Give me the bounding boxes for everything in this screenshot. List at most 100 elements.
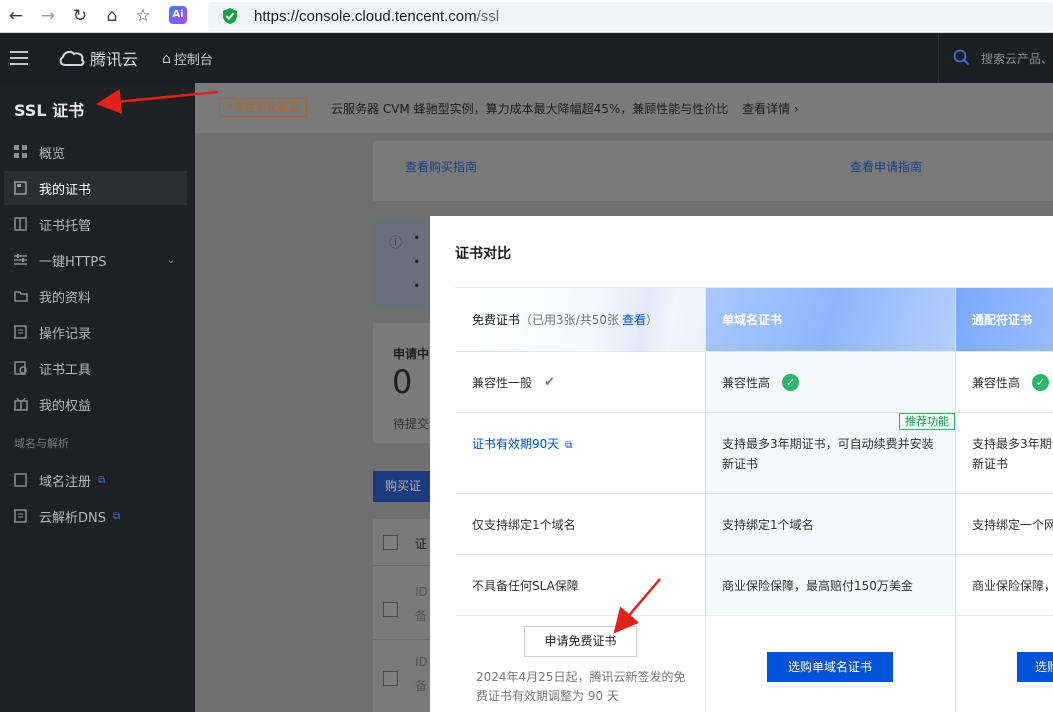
sidebar-group-domain: 域名与解析 — [14, 437, 69, 450]
pending-label: 申请中 — [393, 347, 430, 361]
external-link-icon[interactable]: ⧉ — [565, 440, 572, 451]
recommended-badge: 推荐功能 — [899, 413, 955, 430]
row-remark-label: 备 — [415, 679, 428, 693]
sidebar-title: SSL 证书 — [14, 101, 85, 120]
free-domains-text: 仅支持绑定1个域名 — [472, 517, 576, 532]
free-sla-text: 不具备任何SLA保障 — [472, 578, 579, 593]
tool-icon — [14, 361, 28, 375]
sidebar-item-my-profile[interactable]: 我的资料 — [4, 279, 187, 313]
sidebar-item-cloud-dns[interactable]: 云解析DNS ⧉ — [4, 499, 187, 533]
house-icon: ⌂ — [162, 50, 171, 67]
wildcard-domains-text: 支持绑定一个网 — [972, 517, 1053, 532]
table-header-label: 证 — [415, 537, 428, 551]
comparison-table: 免费证书 （已用3张/共50张 查看 ） 单域名证书 通配符证书 兼容性一般 ✔… — [455, 287, 1053, 712]
free-domains-cell: 仅支持绑定1个域名 — [456, 494, 706, 554]
global-search[interactable]: 搜索云产品、 — [938, 33, 1053, 83]
table-row-sla: 不具备任何SLA保障 商业保险保障，最高赔付150万美金 商业保险保障， — [456, 555, 1053, 616]
screenshot-root: ← → ↻ ⌂ ☆ Ai https://console.cloud.tence… — [0, 0, 1053, 712]
sidebar-item-cert-hosting[interactable]: 证书托管 — [4, 207, 187, 241]
promo-details-link[interactable]: 查看详情 — [742, 102, 790, 116]
forward-icon[interactable]: → — [37, 5, 59, 27]
pending-card: 申请中 0 待提交 — [373, 323, 433, 443]
select-all-checkbox[interactable] — [383, 535, 398, 550]
ai-extension-icon[interactable]: Ai — [169, 6, 187, 24]
sidebar-item-one-click-https[interactable]: 一键HTTPS ⌄ — [4, 243, 187, 277]
row-checkbox[interactable] — [383, 602, 398, 617]
free-compat-text: 兼容性一般 — [472, 375, 533, 390]
check-circle-icon: ✓ — [782, 373, 800, 391]
console-home-link[interactable]: ⌂ 控制台 — [162, 49, 213, 69]
sidebar-item-overview[interactable]: 概览 — [4, 135, 187, 169]
cloud-logo-icon — [59, 50, 85, 66]
promo-tag: ⚡高性价比新品 — [219, 98, 307, 117]
purchase-guide-link[interactable]: 查看购买指南 — [405, 158, 477, 175]
certificate-comparison-modal: 证书对比 免费证书 （已用3张/共50张 查看 ） 单域名证书 通配符证书 兼容… — [430, 216, 1053, 712]
menu-icon[interactable] — [10, 51, 28, 65]
single-compat-text: 兼容性高 — [722, 375, 771, 390]
hosting-icon — [14, 217, 28, 231]
sidebar-item-label: 操作记录 — [39, 326, 92, 342]
logo-text: 腾讯云 — [90, 50, 139, 69]
check-circle-icon: ✓ — [1032, 373, 1050, 391]
pending-sub: 待提交 — [393, 417, 430, 431]
single-domains-cell: 支持绑定1个域名 — [706, 494, 956, 554]
check-icon: ✔ — [544, 374, 555, 390]
apply-free-cert-button[interactable]: 申请免费证书 — [524, 626, 637, 657]
table-row-validity: 证书有效期90天 ⧉ 推荐功能 支持最多3年期证书，可自动续费并安装新证书 支持… — [456, 413, 1053, 494]
console-top-nav: 腾讯云 ⌂ 控制台 搜索云产品、 — [0, 33, 1053, 83]
single-validity-text: 支持最多3年期证书，可自动续费并安装新证书 — [722, 437, 934, 471]
wildcard-validity-line2: 新证书 — [972, 457, 1009, 471]
promo-banner: ⚡高性价比新品 云服务器 CVM 蜂驰型实例，算力成本最大降幅超45%，兼顾性能… — [195, 83, 1053, 133]
sidebar-item-domain-registration[interactable]: 域名注册 ⧉ — [4, 463, 187, 497]
console-label: 控制台 — [173, 53, 213, 68]
table-row-actions: 申请免费证书 2024年4月25日起，腾讯云新签发的免费证书有效期调整为 90 … — [456, 616, 1053, 712]
bullet: • — [413, 231, 421, 245]
favorites-icon[interactable]: ☆ — [132, 5, 154, 27]
external-link-icon: ⧉ — [113, 510, 121, 522]
free-validity-cell: 证书有效期90天 ⧉ — [456, 413, 706, 493]
wildcard-sla-cell: 商业保险保障， — [956, 555, 1053, 615]
tencent-cloud-logo[interactable]: 腾讯云 — [58, 46, 138, 70]
buy-single-domain-button[interactable]: 选购单域名证书 — [767, 652, 893, 682]
reload-icon[interactable]: ↻ — [69, 5, 91, 27]
free-action-cell: 申请免费证书 2024年4月25日起，腾讯云新签发的免费证书有效期调整为 90 … — [456, 616, 706, 712]
promo-text: 云服务器 CVM 蜂驰型实例，算力成本最大降幅超45%，兼顾性能与性价比 查看详… — [331, 102, 799, 116]
sidebar-item-my-certificates[interactable]: 我的证书 — [4, 171, 187, 205]
buy-wildcard-button[interactable]: 选购 — [1017, 652, 1053, 682]
free-compat-cell: 兼容性一般 ✔ — [456, 352, 706, 412]
wildcard-action-cell: 选购 — [956, 616, 1053, 712]
wildcard-sla-text: 商业保险保障， — [972, 578, 1053, 593]
sidebar-item-operation-log[interactable]: 操作记录 — [4, 315, 187, 349]
row-remark-label: 备 — [415, 609, 428, 623]
sidebar: SSL 证书 概览 我的证书 证书托管 一键HTTPS ⌄ 我的资料 操作记录 — [0, 83, 195, 712]
apply-guide-link[interactable]: 查看申请指南 — [850, 158, 922, 175]
buy-certificate-button[interactable]: 购买证 — [373, 471, 433, 502]
row-checkbox[interactable] — [383, 671, 398, 686]
free-cert-header: 免费证书 （已用3张/共50张 查看 ） — [456, 288, 706, 351]
chevron-down-icon[interactable]: ⌄ — [167, 255, 175, 266]
single-domain-header: 单域名证书 — [706, 288, 956, 351]
single-domain-title: 单域名证书 — [722, 313, 783, 327]
domain-icon — [14, 473, 28, 487]
home-icon[interactable]: ⌂ — [101, 5, 123, 27]
external-link-icon: ⧉ — [98, 474, 106, 486]
sidebar-item-cert-tools[interactable]: 证书工具 — [4, 351, 187, 385]
wildcard-compat-text: 兼容性高 — [972, 375, 1021, 390]
free-cert-usage: （已用3张/共50张 — [520, 313, 619, 327]
url-text: https://console.cloud.tencent.com/ssl — [254, 8, 500, 25]
address-bar[interactable]: https://console.cloud.tencent.com/ssl — [208, 2, 1053, 31]
certificate-table: 证 ID 备 ID 备 — [373, 519, 433, 712]
table-row-compatibility: 兼容性一般 ✔ 兼容性高 ✓ 兼容性高 ✓ — [456, 352, 1053, 413]
back-icon[interactable]: ← — [5, 5, 27, 27]
single-domains-text: 支持绑定1个域名 — [722, 517, 814, 532]
single-validity-cell: 推荐功能 支持最多3年期证书，可自动续费并安装新证书 — [706, 413, 956, 493]
view-free-certs-link[interactable]: 查看 — [622, 311, 646, 328]
sidebar-item-label: 概览 — [39, 146, 66, 162]
validity-link[interactable]: 证书有效期90天 — [472, 437, 559, 451]
sidebar-item-label: 一键HTTPS — [39, 254, 107, 270]
wildcard-header: 通配符证书 — [956, 288, 1053, 351]
folder-icon — [14, 289, 28, 303]
log-icon — [14, 325, 28, 339]
wildcard-domains-cell: 支持绑定一个网 — [956, 494, 1053, 554]
sidebar-item-my-benefits[interactable]: 我的权益 — [4, 387, 187, 421]
